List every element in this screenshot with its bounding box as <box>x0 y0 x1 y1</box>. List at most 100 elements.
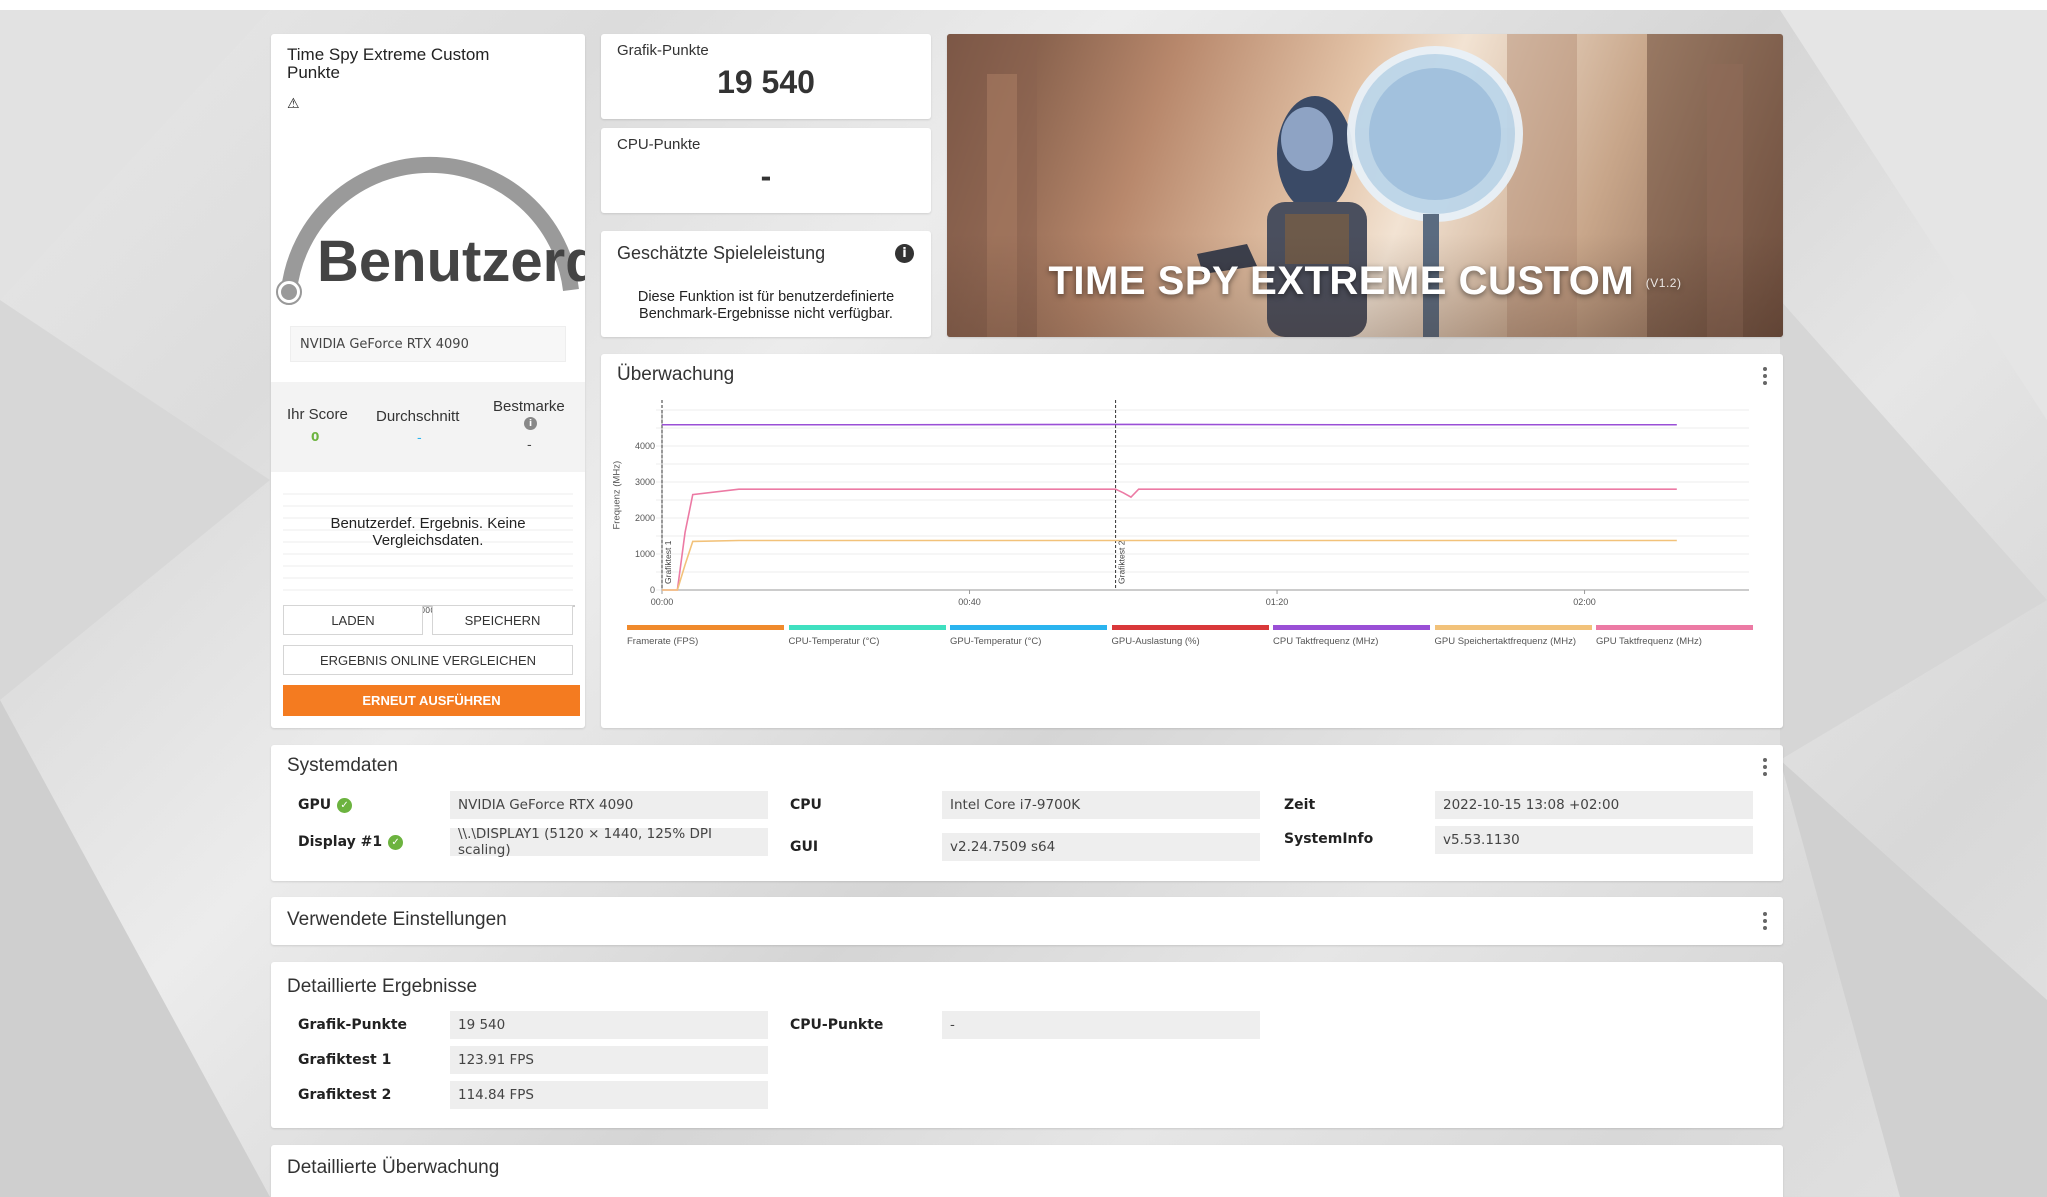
legend-color-bar <box>627 625 784 630</box>
detail-test2-label: Grafiktest 2 <box>298 1087 392 1103</box>
cpu-punkte-label: CPU-Punkte <box>617 136 701 153</box>
x-tick-label: 00:40 <box>958 597 981 607</box>
grafik-punkte-card: Grafik-Punkte 19 540 <box>601 34 931 119</box>
no-comparison-message: Benutzerdef. Ergebnis. Keine Vergleichsd… <box>330 515 526 549</box>
legend-color-bar <box>950 625 1107 630</box>
score-title: Time Spy Extreme Custom Punkte <box>287 45 490 82</box>
legend-item[interactable]: GPU Taktfrequenz (MHz) <box>1596 625 1753 647</box>
cpu-label: CPU <box>790 797 822 813</box>
y-tick-label: 2000 <box>635 513 655 523</box>
einstellungen-card[interactable]: Verwendete Einstellungen <box>271 897 1783 945</box>
test-marker-label: Grafiktest 1 <box>663 540 673 584</box>
detail-cpu-label: CPU-Punkte <box>790 1017 884 1033</box>
detail-test1-label: Grafiktest 1 <box>298 1052 392 1068</box>
detail-monitoring-title: Detaillierte Überwachung <box>287 1157 500 1178</box>
top-bar <box>0 0 2047 10</box>
legend-color-bar <box>788 625 946 630</box>
spieleleistung-title: Geschätzte Spieleleistung <box>617 243 826 263</box>
grafik-punkte-label: Grafik-Punkte <box>617 42 709 59</box>
gpu-verified-icon: ✓ <box>337 797 353 813</box>
systemdaten-card: Systemdaten GPU ✓ NVIDIA GeForce RTX 4090… <box>271 745 1783 881</box>
warning-icon: ⚠ <box>287 96 300 112</box>
y-tick-label: 3000 <box>635 477 655 487</box>
gauge-score-text: Benutzerd <box>317 230 585 294</box>
systemdaten-menu-icon[interactable] <box>1762 758 1768 776</box>
load-button[interactable]: LADEN <box>283 605 423 635</box>
legend-item[interactable]: Framerate (FPS) <box>627 625 784 647</box>
info-icon[interactable]: i <box>524 417 537 430</box>
legend-item[interactable]: CPU Taktfrequenz (MHz) <box>1273 625 1430 647</box>
bestmarke-label: Bestmarke <box>493 398 565 415</box>
series-line <box>662 539 1677 591</box>
gpu-name-box: NVIDIA GeForce RTX 4090 <box>290 326 566 362</box>
display-label: Display #1 ✓ <box>298 834 404 850</box>
durchschnitt-value: - <box>417 431 422 446</box>
x-tick-label: 02:00 <box>1573 597 1596 607</box>
systeminfo-label: SystemInfo <box>1284 831 1374 847</box>
score-compare-row: Ihr Score 0 <box>271 382 585 472</box>
benchmark-banner: TIME SPY EXTREME CUSTOM (V1.2) <box>947 34 1783 337</box>
detail-cpu-value: - <box>942 1011 1260 1039</box>
spieleleistung-message: Diese Funktion ist für benutzerdefiniert… <box>637 289 895 322</box>
gpu-value: NVIDIA GeForce RTX 4090 <box>450 791 768 819</box>
monitoring-card: Überwachung 0 1000 2000 3000 4000 00:00 00:40 0… <box>601 354 1783 728</box>
legend-label: CPU Taktfrequenz (MHz) <box>1273 636 1379 647</box>
detail-grafik-value: 19 540 <box>450 1011 768 1039</box>
durchschnitt-label: Durchschnitt <box>376 408 460 425</box>
bestmarke-value: - <box>527 438 532 453</box>
legend-label: Framerate (FPS) <box>627 636 699 647</box>
legend-color-bar <box>1434 625 1592 630</box>
cpu-punkte-value: - <box>760 158 772 194</box>
spieleleistung-card: Geschätzte Spieleleistung i Diese Funkti… <box>601 231 931 337</box>
rerun-button[interactable]: ERNEUT AUSFÜHREN <box>283 685 580 716</box>
x-tick-label: 00:00 <box>651 597 674 607</box>
y-tick-label: 0 <box>650 585 655 595</box>
display-label-text: Display #1 <box>298 834 383 850</box>
legend-label: GPU Speichertaktfrequenz (MHz) <box>1434 636 1577 647</box>
display-value: \\.\DISPLAY1 (5120 × 1440, 125% DPI scal… <box>450 826 768 858</box>
legend-label: GPU-Temperatur (°C) <box>950 636 1042 647</box>
detail-test1-value: 123.91 FPS <box>450 1046 768 1074</box>
ihr-score-value: 0 <box>311 430 320 444</box>
save-button[interactable]: SPEICHERN <box>432 605 573 635</box>
legend-color-bar <box>1273 625 1430 630</box>
legend-item[interactable]: GPU-Auslastung (%) <box>1111 625 1269 647</box>
systeminfo-value: v5.53.1130 <box>1435 826 1753 854</box>
detail-card: Detaillierte Ergebnisse Grafik-Punkte 19… <box>271 962 1783 1128</box>
legend-item[interactable]: GPU Speichertaktfrequenz (MHz) <box>1434 625 1592 647</box>
zeit-value: 2022-10-15 13:08 +02:00 <box>1435 791 1753 819</box>
spieleleistung-info-icon[interactable]: i <box>895 244 914 263</box>
display-verified-icon: ✓ <box>388 834 404 850</box>
cpu-value: Intel Core i7-9700K <box>942 791 1260 819</box>
gpu-label: GPU ✓ <box>298 797 353 813</box>
legend-item[interactable]: GPU-Temperatur (°C) <box>950 625 1107 647</box>
legend-color-bar <box>1596 625 1753 630</box>
banner-version: (V1.2) <box>1645 276 1682 291</box>
legend-item[interactable]: CPU-Temperatur (°C) <box>788 625 946 647</box>
distribution-chart <box>283 493 575 607</box>
gui-value: v2.24.7509 s64 <box>942 833 1260 861</box>
monitoring-chart: 0 1000 2000 3000 4000 00:00 00:40 01:20 02:00 Gra… <box>635 400 1749 607</box>
einstellungen-title: Verwendete Einstellungen <box>287 909 507 930</box>
y-axis-label: Frequenz (MHz) <box>611 460 623 530</box>
legend-label: CPU-Temperatur (°C) <box>788 636 880 647</box>
legend-label: GPU Taktfrequenz (MHz) <box>1596 636 1702 647</box>
banner-title: TIME SPY EXTREME CUSTOM (V1.2) <box>947 259 1783 304</box>
compare-online-button[interactable]: ERGEBNIS ONLINE VERGLEICHEN <box>283 645 573 675</box>
legend-color-bar <box>1111 625 1269 630</box>
detail-monitoring-card: Detaillierte Überwachung <box>271 1145 1783 1197</box>
detail-title: Detaillierte Ergebnisse <box>287 976 478 997</box>
zeit-label: Zeit <box>1284 797 1316 813</box>
gui-label: GUI <box>790 839 819 855</box>
gpu-label-text: GPU <box>298 797 332 813</box>
detail-grafik-label: Grafik-Punkte <box>298 1017 408 1033</box>
score-panel: Time Spy Extreme Custom Punkte ⚠ Benutze… <box>271 34 585 728</box>
systemdaten-title: Systemdaten <box>287 755 398 776</box>
einstellungen-menu-icon[interactable] <box>1762 912 1768 930</box>
x-tick-label: 01:20 <box>1266 597 1289 607</box>
y-tick-label: 4000 <box>635 441 655 451</box>
grafik-punkte-value: 19 540 <box>717 64 815 100</box>
test-marker-label: Grafiktest 2 <box>1117 540 1127 584</box>
legend-label: GPU-Auslastung (%) <box>1111 636 1200 647</box>
series-line <box>662 488 1677 591</box>
